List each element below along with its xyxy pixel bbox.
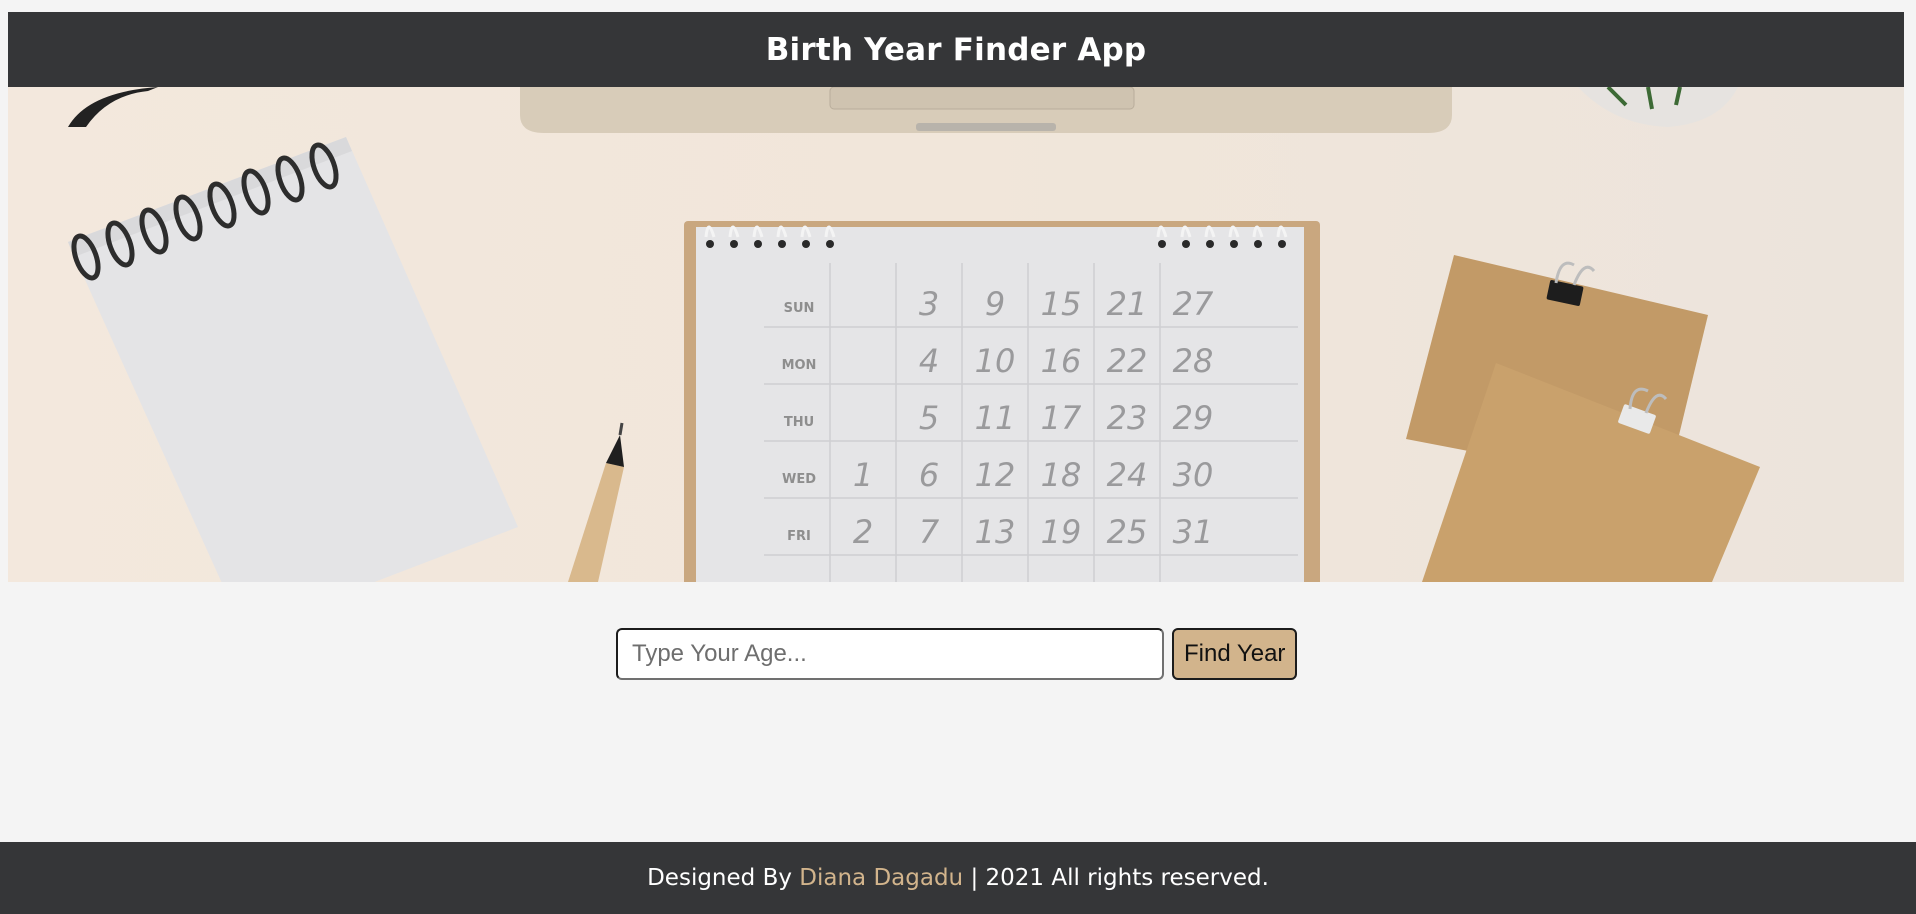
calendar-date-number: 21: [1107, 285, 1148, 323]
calendar-date-number: 23: [1107, 399, 1148, 437]
calendar-date-number: 22: [1107, 342, 1148, 380]
age-form: Find Year: [616, 628, 1298, 680]
calendar-date-number: 5: [919, 399, 939, 437]
calendar-date-number: 3: [919, 285, 939, 323]
app-footer: Designed By Diana Dagadu | 2021 All righ…: [0, 842, 1916, 914]
calendar-date-number: 11: [975, 399, 1016, 437]
app-title: Birth Year Finder App: [765, 31, 1147, 68]
calendar-date-number: 1: [853, 456, 873, 494]
calendar-date-number: 7: [919, 513, 940, 551]
calendar-day-label: THU: [784, 415, 814, 430]
calendar-date-number: 10: [975, 342, 1016, 380]
footer-author: Diana Dagadu: [799, 865, 964, 891]
calendar-day-label: SUN: [784, 301, 815, 316]
calendar-date-number: 17: [1041, 399, 1082, 437]
calendar-date-number: 30: [1173, 456, 1214, 494]
age-input[interactable]: [616, 628, 1164, 680]
calendar-day-label: FRI: [787, 529, 811, 544]
calendar-day-label: MON: [782, 358, 817, 373]
calendar-date-number: 29: [1173, 399, 1214, 437]
footer-copyright: | 2021 All rights reserved.: [963, 865, 1269, 891]
calendar-date-number: 19: [1041, 513, 1082, 551]
footer-prefix: Designed By: [647, 865, 800, 891]
calendar-date-number: 6: [919, 456, 939, 494]
calendar-date-number: 13: [975, 513, 1016, 551]
calendar-date-number: 12: [975, 456, 1016, 494]
calendar-date-number: 18: [1041, 456, 1082, 494]
calendar-date-number: 15: [1041, 285, 1082, 323]
calendar-date-number: 31: [1173, 513, 1214, 551]
calendar-date-number: 25: [1107, 513, 1148, 551]
calendar-date-number: 4: [919, 342, 939, 380]
calendar-day-label: WED: [782, 472, 816, 487]
calendar-date-number: 28: [1173, 342, 1214, 380]
app-header: Birth Year Finder App: [8, 12, 1904, 87]
calendar-date-number: 9: [985, 285, 1005, 323]
calendar-date-number: 27: [1173, 285, 1214, 323]
laptop-graphic: [520, 87, 1452, 133]
calendar-date-number: 16: [1041, 342, 1082, 380]
hero-image: SUN MON THU WED FRI 3 9 15 21 27 4 10 16 22 28 5 11…: [8, 87, 1904, 582]
calendar-date-number: 24: [1107, 456, 1148, 494]
desk-calendar-graphic: SUN MON THU WED FRI 3 9 15 21 274 10 16 22 285 11…: [684, 221, 1320, 582]
calendar-date-number: 2: [853, 513, 873, 551]
find-year-button[interactable]: Find Year: [1172, 628, 1298, 680]
